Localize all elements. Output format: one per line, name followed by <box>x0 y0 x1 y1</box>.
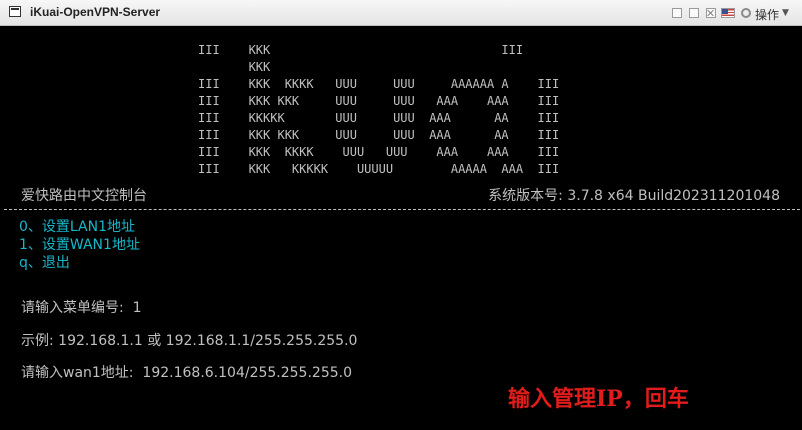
us-flag-icon[interactable] <box>721 8 735 18</box>
ops-menu-label[interactable]: 操作 <box>755 6 779 23</box>
close-button[interactable] <box>706 8 716 18</box>
menu-item-set-wan1: 1、设置WAN1地址 <box>19 237 140 253</box>
menu-number-prompt: 请输入菜单编号: 1 <box>21 300 142 316</box>
vm-console-window: iKuai-OpenVPN-Server 操作 ▼ III KKK III KK… <box>0 0 802 430</box>
console-window-icon <box>9 6 21 17</box>
dashed-divider <box>4 209 800 210</box>
console-name: 爱快路由中文控制台 <box>21 188 147 204</box>
menu-item-set-lan1: 0、设置LAN1地址 <box>19 219 135 235</box>
window-title: iKuai-OpenVPN-Server <box>30 5 161 19</box>
address-example: 示例: 192.168.1.1 或 192.168.1.1/255.255.25… <box>21 333 358 349</box>
main-menu: 0、设置LAN1地址 1、设置WAN1地址 q、退出 <box>19 218 140 272</box>
instruction-annotation: 输入管理IP，回车 <box>508 386 689 412</box>
ikuai-ascii-banner: III KKK III KKK III KKK KKKK UUU UUU AAA… <box>198 43 560 176</box>
wan1-address-prompt[interactable]: 请输入wan1地址: 192.168.6.104/255.255.255.0 <box>21 362 352 382</box>
settings-icon[interactable] <box>741 8 751 18</box>
title-bar: iKuai-OpenVPN-Server 操作 ▼ <box>0 0 802 26</box>
restore-button[interactable] <box>672 8 682 18</box>
menu-item-quit: q、退出 <box>19 255 70 271</box>
terminal-screen[interactable]: III KKK III KKK III KKK KKKK UUU UUU AAA… <box>0 26 802 430</box>
system-version: 系统版本号: 3.7.8 x64 Build202311201048 <box>488 188 780 204</box>
chevron-down-icon[interactable]: ▼ <box>782 8 789 18</box>
maximize-button[interactable] <box>689 8 699 18</box>
